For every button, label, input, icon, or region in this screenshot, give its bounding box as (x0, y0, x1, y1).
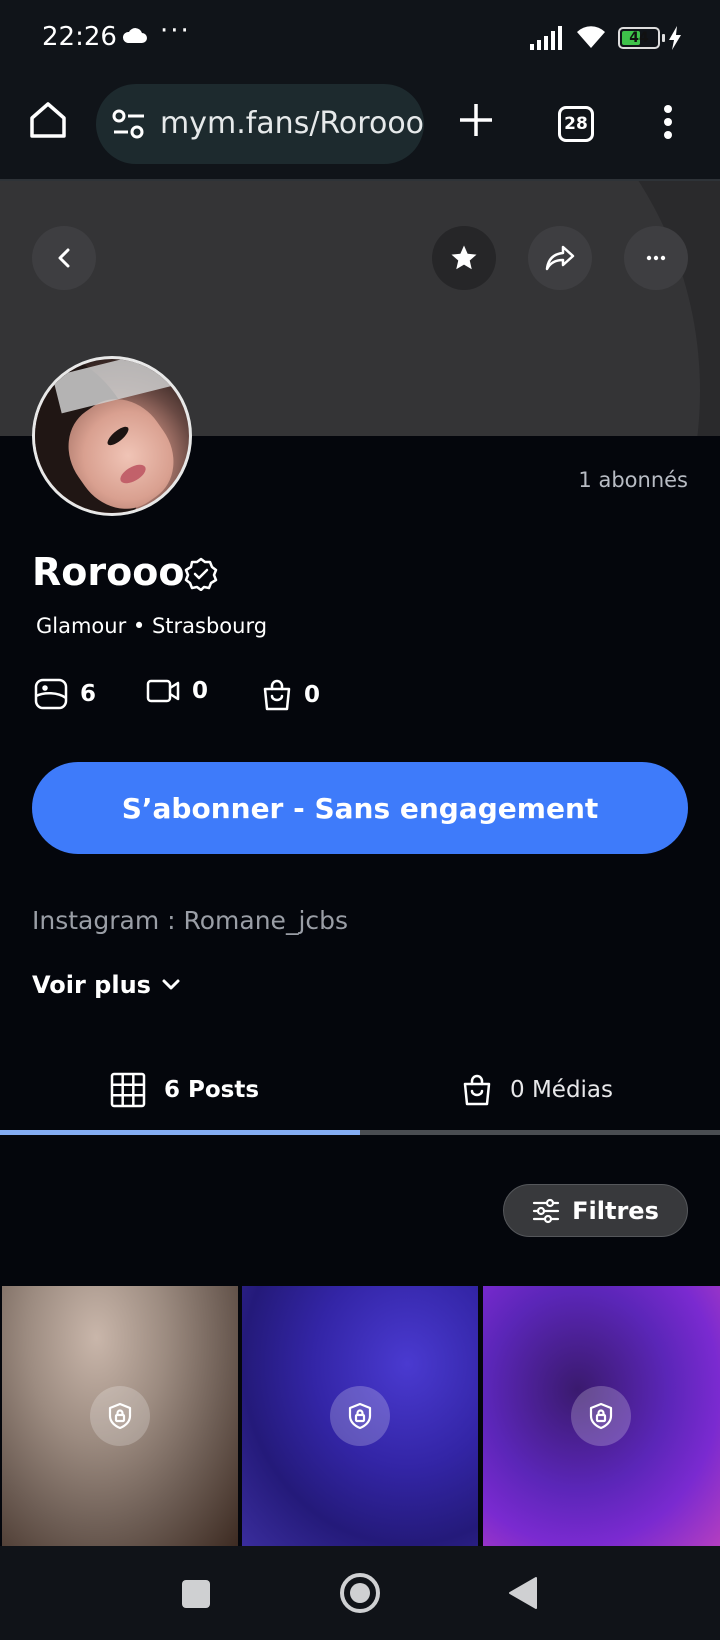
post-tile[interactable] (242, 1286, 478, 1546)
video-icon (146, 679, 180, 703)
post-tile[interactable] (483, 1286, 720, 1546)
subscribe-button[interactable]: S’abonner - Sans engagement (32, 762, 688, 854)
sliders-icon (533, 1198, 560, 1223)
back-button[interactable] (32, 226, 96, 290)
cloud-icon (122, 28, 147, 43)
profile-name: Rorooo (32, 550, 185, 594)
signal-icon (530, 26, 562, 50)
back-triangle-icon[interactable] (508, 1576, 538, 1610)
tab-posts[interactable]: 6 Posts (110, 1050, 259, 1130)
share-icon (545, 245, 575, 271)
recents-button[interactable] (182, 1580, 210, 1608)
stat-videos: 0 (146, 678, 208, 704)
chevron-down-icon (162, 979, 180, 990)
home-icon[interactable] (28, 100, 68, 140)
post-tile[interactable] (2, 1286, 238, 1546)
locked-badge (330, 1386, 390, 1446)
stat-shop: 0 (262, 678, 320, 712)
bio-text: Instagram : Romane_jcbs (32, 906, 349, 935)
grid-icon (110, 1072, 146, 1108)
filters-label: Filtres (572, 1196, 659, 1225)
see-more-label: Voir plus (32, 971, 151, 999)
tune-icon[interactable] (112, 108, 146, 140)
bag-icon (463, 1074, 491, 1106)
filters-button[interactable]: Filtres (503, 1184, 688, 1237)
lock-icon (108, 1402, 132, 1430)
browser-toolbar: mym.fans/Rorooo 28 (0, 78, 720, 181)
tabs-icon[interactable]: 28 (558, 106, 594, 142)
verified-icon (184, 557, 218, 591)
plus-icon[interactable] (458, 102, 494, 138)
home-button[interactable] (340, 1573, 380, 1613)
address-bar[interactable]: mym.fans/Rorooo (96, 84, 424, 164)
tab-indicator-active (0, 1130, 360, 1135)
system-nav-bar (0, 1546, 720, 1640)
share-button[interactable] (528, 226, 592, 290)
stat-videos-count: 0 (192, 678, 209, 704)
url-text[interactable]: mym.fans/Rorooo (160, 106, 424, 141)
kebab-menu-icon[interactable] (662, 104, 674, 140)
back-icon (58, 248, 70, 268)
stat-shop-count: 0 (304, 682, 321, 708)
more-icon (646, 255, 666, 261)
image-icon (34, 678, 68, 710)
status-more-dots: ··· (160, 16, 191, 46)
status-time: 22:26 (42, 22, 117, 52)
tab-medias[interactable]: 0 Médias (462, 1050, 613, 1130)
see-more-link[interactable]: Voir plus (32, 971, 181, 999)
bag-icon (263, 679, 291, 711)
profile-tagline: Glamour • Strasbourg (36, 614, 268, 638)
wifi-icon (577, 26, 605, 48)
subscriber-count: 1 abonnés (578, 468, 688, 492)
charging-icon (669, 26, 681, 50)
locked-badge (571, 1386, 631, 1446)
stat-posts: 6 (34, 678, 96, 710)
battery-tip (662, 34, 665, 42)
more-button[interactable] (624, 226, 688, 290)
lock-icon (348, 1402, 372, 1430)
lock-icon (589, 1402, 613, 1430)
locked-badge (90, 1386, 150, 1446)
stat-posts-count: 6 (80, 681, 97, 707)
tab-posts-label: 6 Posts (164, 1077, 260, 1103)
avatar[interactable] (32, 356, 192, 516)
star-icon (451, 245, 477, 270)
favorite-button[interactable] (432, 226, 496, 290)
tab-medias-label: 0 Médias (510, 1077, 614, 1103)
tab-indicator-track (0, 1130, 720, 1135)
status-bar: 22:26 ··· 44 (0, 0, 720, 78)
battery-icon: 44 (618, 27, 660, 49)
